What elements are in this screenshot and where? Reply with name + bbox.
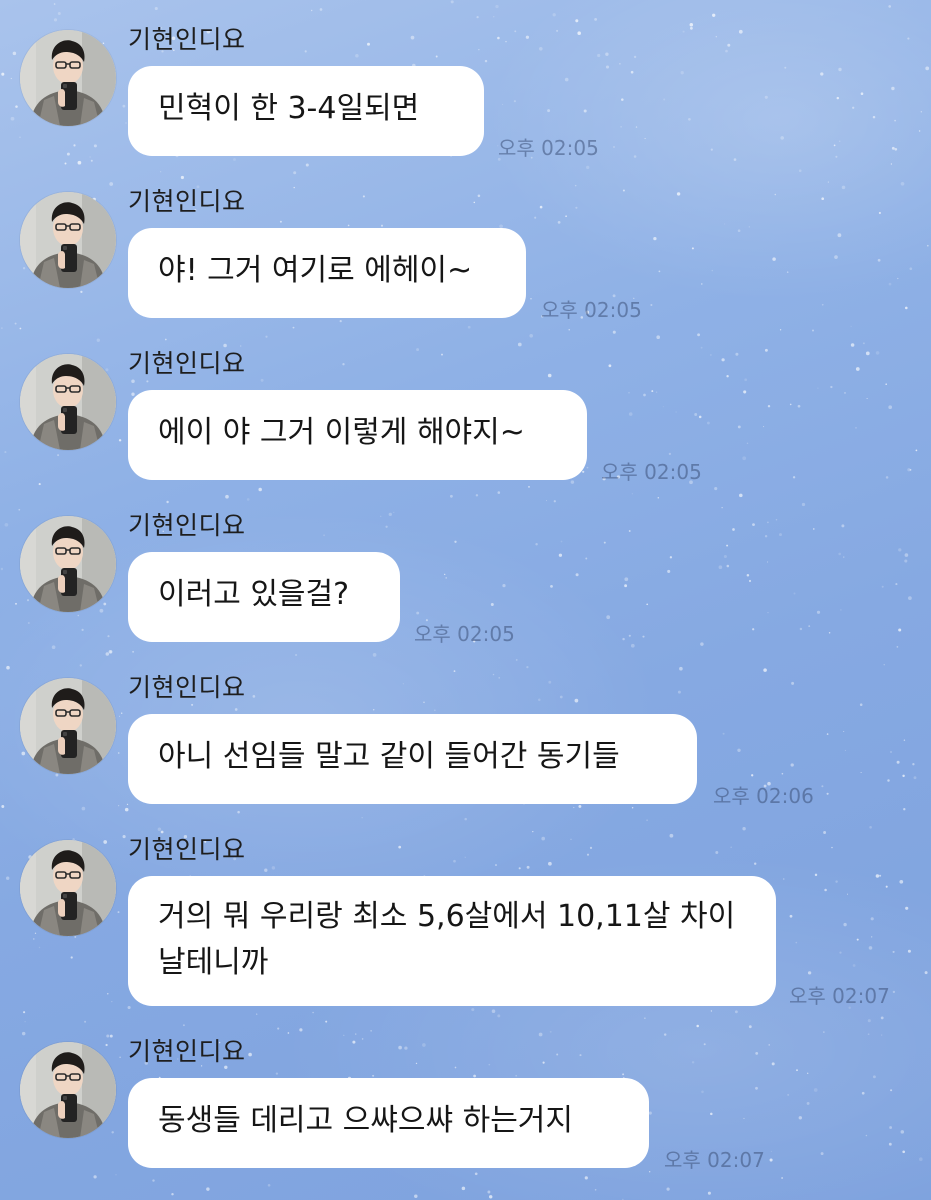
message-time: 오후 02:07 bbox=[789, 984, 890, 1008]
sender-name[interactable]: 기현인디요 bbox=[128, 344, 246, 380]
profile-avatar[interactable] bbox=[20, 354, 116, 450]
profile-avatar[interactable] bbox=[20, 516, 116, 612]
message-bubble[interactable]: 동생들 데리고 으쌰으쌰 하는거지 bbox=[128, 1078, 649, 1168]
message-bubble[interactable]: 아니 선임들 말고 같이 들어간 동기들 bbox=[128, 714, 697, 804]
message-row: 기현인디요 야! 그거 여기로 에헤이~ 오후 02:05 bbox=[0, 162, 931, 324]
sender-name[interactable]: 기현인디요 bbox=[128, 1032, 246, 1068]
sender-name[interactable]: 기현인디요 bbox=[128, 668, 246, 704]
message-row: 기현인디요 동생들 데리고 으쌰으쌰 하는거지 오후 02:07 bbox=[0, 1012, 931, 1174]
message-time: 오후 02:05 bbox=[541, 298, 642, 322]
profile-avatar[interactable] bbox=[20, 840, 116, 936]
message-bubble[interactable]: 야! 그거 여기로 에헤이~ bbox=[128, 228, 526, 318]
message-row: 기현인디요 이러고 있을걸? 오후 02:05 bbox=[0, 486, 931, 648]
sender-name[interactable]: 기현인디요 bbox=[128, 20, 246, 56]
message-time: 오후 02:05 bbox=[601, 460, 702, 484]
sender-name[interactable]: 기현인디요 bbox=[128, 506, 246, 542]
profile-avatar[interactable] bbox=[20, 30, 116, 126]
sender-name[interactable]: 기현인디요 bbox=[128, 830, 246, 866]
message-bubble[interactable]: 에이 야 그거 이렇게 해야지~ bbox=[128, 390, 587, 480]
message-row: 기현인디요 민혁이 한 3-4일되면 오후 02:05 bbox=[0, 0, 931, 162]
message-time: 오후 02:06 bbox=[713, 784, 814, 808]
message-time: 오후 02:07 bbox=[664, 1148, 765, 1172]
message-bubble[interactable]: 거의 뭐 우리랑 최소 5,6살에서 10,11살 차이 날테니까 bbox=[128, 876, 776, 1006]
message-row: 기현인디요 거의 뭐 우리랑 최소 5,6살에서 10,11살 차이 날테니까 … bbox=[0, 810, 931, 1010]
message-row: 기현인디요 에이 야 그거 이렇게 해야지~ 오후 02:05 bbox=[0, 324, 931, 486]
chat-room[interactable]: 기현인디요 민혁이 한 3-4일되면 오후 02:05 기현인디요 야! 그거 … bbox=[0, 0, 931, 1200]
sender-name[interactable]: 기현인디요 bbox=[128, 182, 246, 218]
message-row: 기현인디요 아니 선임들 말고 같이 들어간 동기들 오후 02:06 bbox=[0, 648, 931, 810]
profile-avatar[interactable] bbox=[20, 1042, 116, 1138]
message-time: 오후 02:05 bbox=[498, 136, 599, 160]
message-time: 오후 02:05 bbox=[414, 622, 515, 646]
profile-avatar[interactable] bbox=[20, 192, 116, 288]
message-bubble[interactable]: 민혁이 한 3-4일되면 bbox=[128, 66, 484, 156]
profile-avatar[interactable] bbox=[20, 678, 116, 774]
message-bubble[interactable]: 이러고 있을걸? bbox=[128, 552, 400, 642]
